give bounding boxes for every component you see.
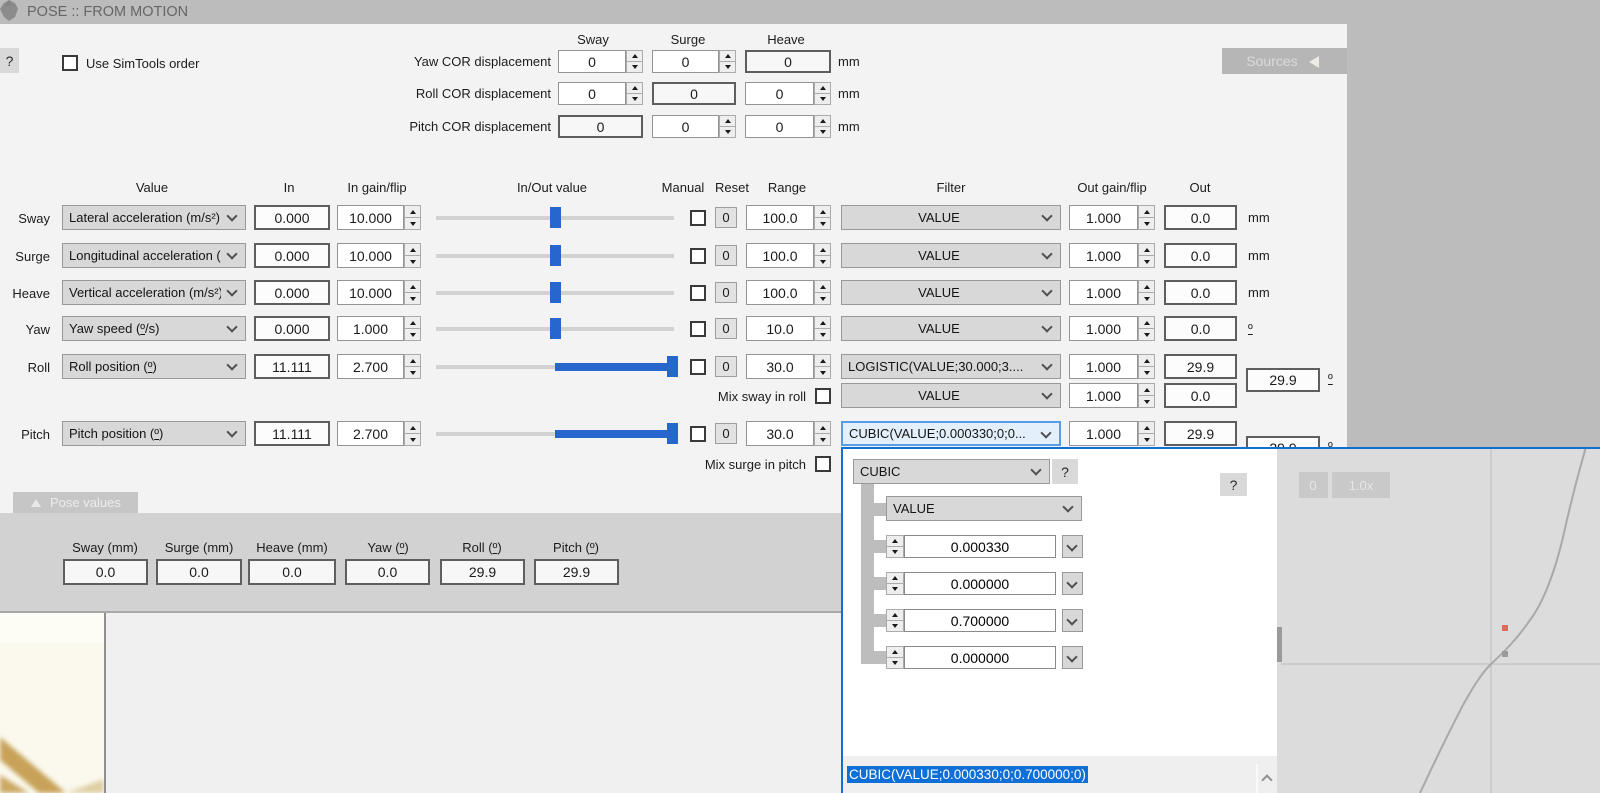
svg-text:1.0x: 1.0x (1349, 478, 1374, 493)
svg-text:0: 0 (1309, 478, 1316, 493)
